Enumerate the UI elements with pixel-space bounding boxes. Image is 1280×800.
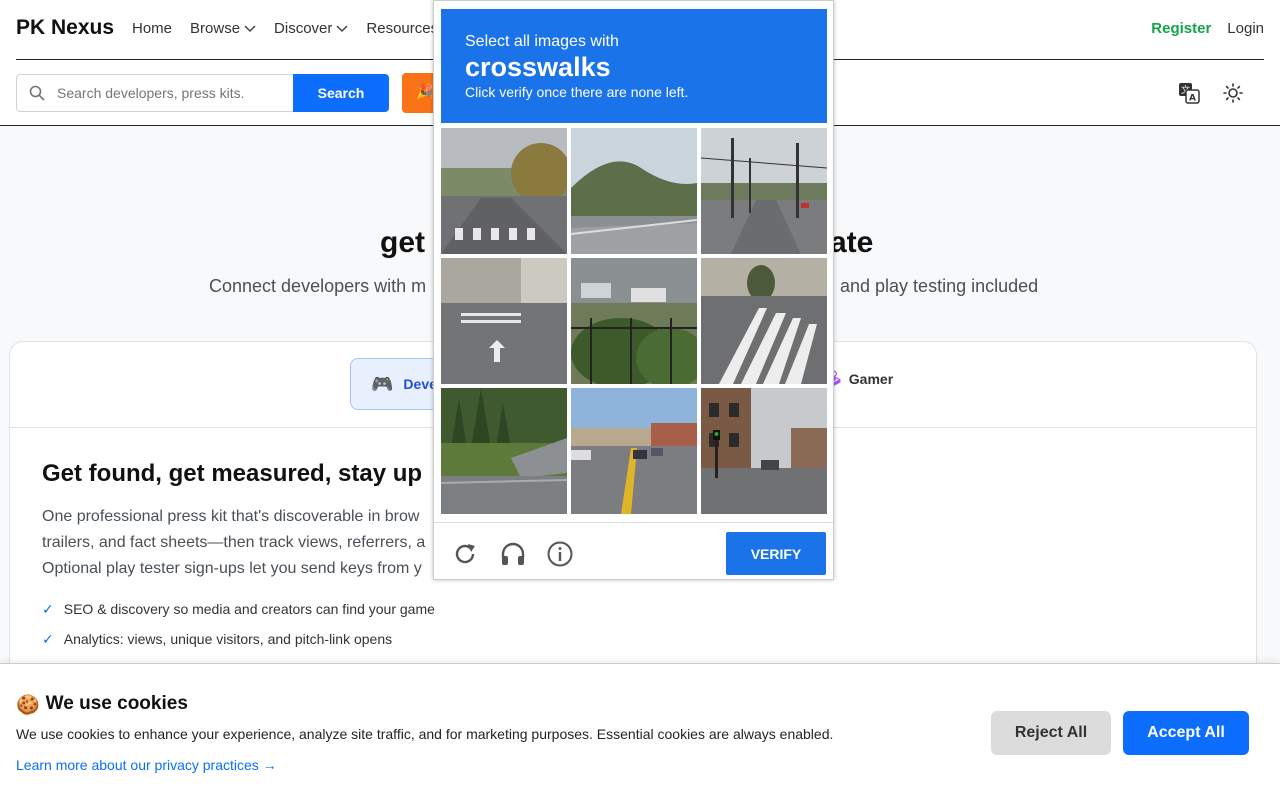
street-brick-houses-image [701,388,827,514]
cookie-description: We use cookies to enhance your experienc… [16,726,834,742]
parking-fence-image [571,258,697,384]
brand-logo[interactable]: PK Nexus [16,16,114,40]
feature-label: SEO & discovery so media and creators ca… [63,601,435,617]
highway-mountain-image [571,128,697,254]
search-input[interactable] [57,75,287,111]
hero-title-left: get [380,226,425,259]
gamepad-icon: 🎮 [371,373,394,394]
register-link[interactable]: Register [1151,20,1211,37]
info-icon[interactable] [546,540,574,568]
tab-developer-label: Deve [403,376,437,392]
reload-icon[interactable] [451,540,479,568]
nav-browse[interactable]: Browse [190,20,256,37]
check-icon: ✓ [42,601,54,617]
captcha-tile-2[interactable] [571,128,697,254]
auth-links: Register Login [1151,20,1264,37]
captcha-target: crosswalks [465,52,611,82]
captcha-tile-3[interactable] [701,128,827,254]
captcha-instruction: Select all images with [465,33,619,50]
hero-title-right: ate [830,226,874,259]
accept-all-button[interactable]: Accept All [1123,711,1249,755]
translate-icon[interactable]: 文 A [1178,82,1200,104]
nav-home[interactable]: Home [132,20,172,37]
road-cars-image [571,388,697,514]
cookie-icon: 🍪 [16,695,40,716]
captcha-tile-5[interactable] [571,258,697,384]
nav-resources-label: Resources [366,20,439,37]
privacy-link[interactable]: Learn more about our privacy practices → [16,757,277,773]
nav-browse-label: Browse [190,20,241,37]
road-tram-poles-image [701,128,827,254]
captcha-grid [441,128,827,515]
captcha-tile-4[interactable] [441,258,567,384]
cookie-title: 🍪 We use cookies [16,693,188,717]
highway-bridge-image [441,388,567,514]
cookie-title-text: We use cookies [45,693,188,714]
road-crosswalk-image [441,128,567,254]
crosswalk-closeup-image [701,258,827,384]
feature-item: ✓ SEO & discovery so media and creators … [42,601,435,618]
reject-all-button[interactable]: Reject All [991,711,1111,755]
nav-discover[interactable]: Discover [274,20,348,37]
captcha-challenge: Select all images with crosswalks Click … [433,0,834,580]
party-icon: 🎉 [416,83,434,99]
svg-text:A: A [1189,94,1196,104]
search-form: Search [16,74,389,112]
search-field [16,74,293,112]
hero-subtitle-right: , and play testing included [830,276,1039,296]
hero-subtitle-left: Connect developers with m [209,276,427,296]
search-button[interactable]: Search [293,74,389,112]
cookie-banner: 🍪 We use cookies We use cookies to enhan… [0,663,1280,800]
card-title: Get found, get measured, stay up [42,460,423,487]
search-icon [29,85,45,101]
captcha-footer: VERIFY [434,522,833,581]
captcha-tile-7[interactable] [441,388,567,514]
feature-item: ✓ Analytics: views, unique visitors, and… [42,631,392,648]
captcha-tile-9[interactable] [701,388,827,514]
main-nav: Home Browse Discover Resources [132,20,438,37]
chevron-down-icon [336,24,348,32]
captcha-hint: Click verify once there are none left. [465,84,689,100]
nav-home-label: Home [132,20,173,37]
nav-resources[interactable]: Resources [366,20,438,37]
tab-gamer[interactable]: 🕹 Gamer [825,370,893,387]
login-link[interactable]: Login [1227,20,1264,37]
tab-gamer-label: Gamer [848,370,894,387]
headphones-icon[interactable] [499,540,527,568]
captcha-tile-8[interactable] [571,388,697,514]
chevron-down-icon [244,24,256,32]
captcha-header: Select all images with crosswalks Click … [441,9,827,123]
sun-icon[interactable] [1222,82,1244,104]
verify-button[interactable]: VERIFY [726,532,826,575]
check-icon: ✓ [42,631,54,647]
nav-discover-label: Discover [274,20,333,37]
captcha-tile-1[interactable] [441,128,567,254]
feature-label: Analytics: views, unique visitors, and p… [63,631,393,647]
road-arrow-image [441,258,567,384]
captcha-tile-6[interactable] [701,258,827,384]
